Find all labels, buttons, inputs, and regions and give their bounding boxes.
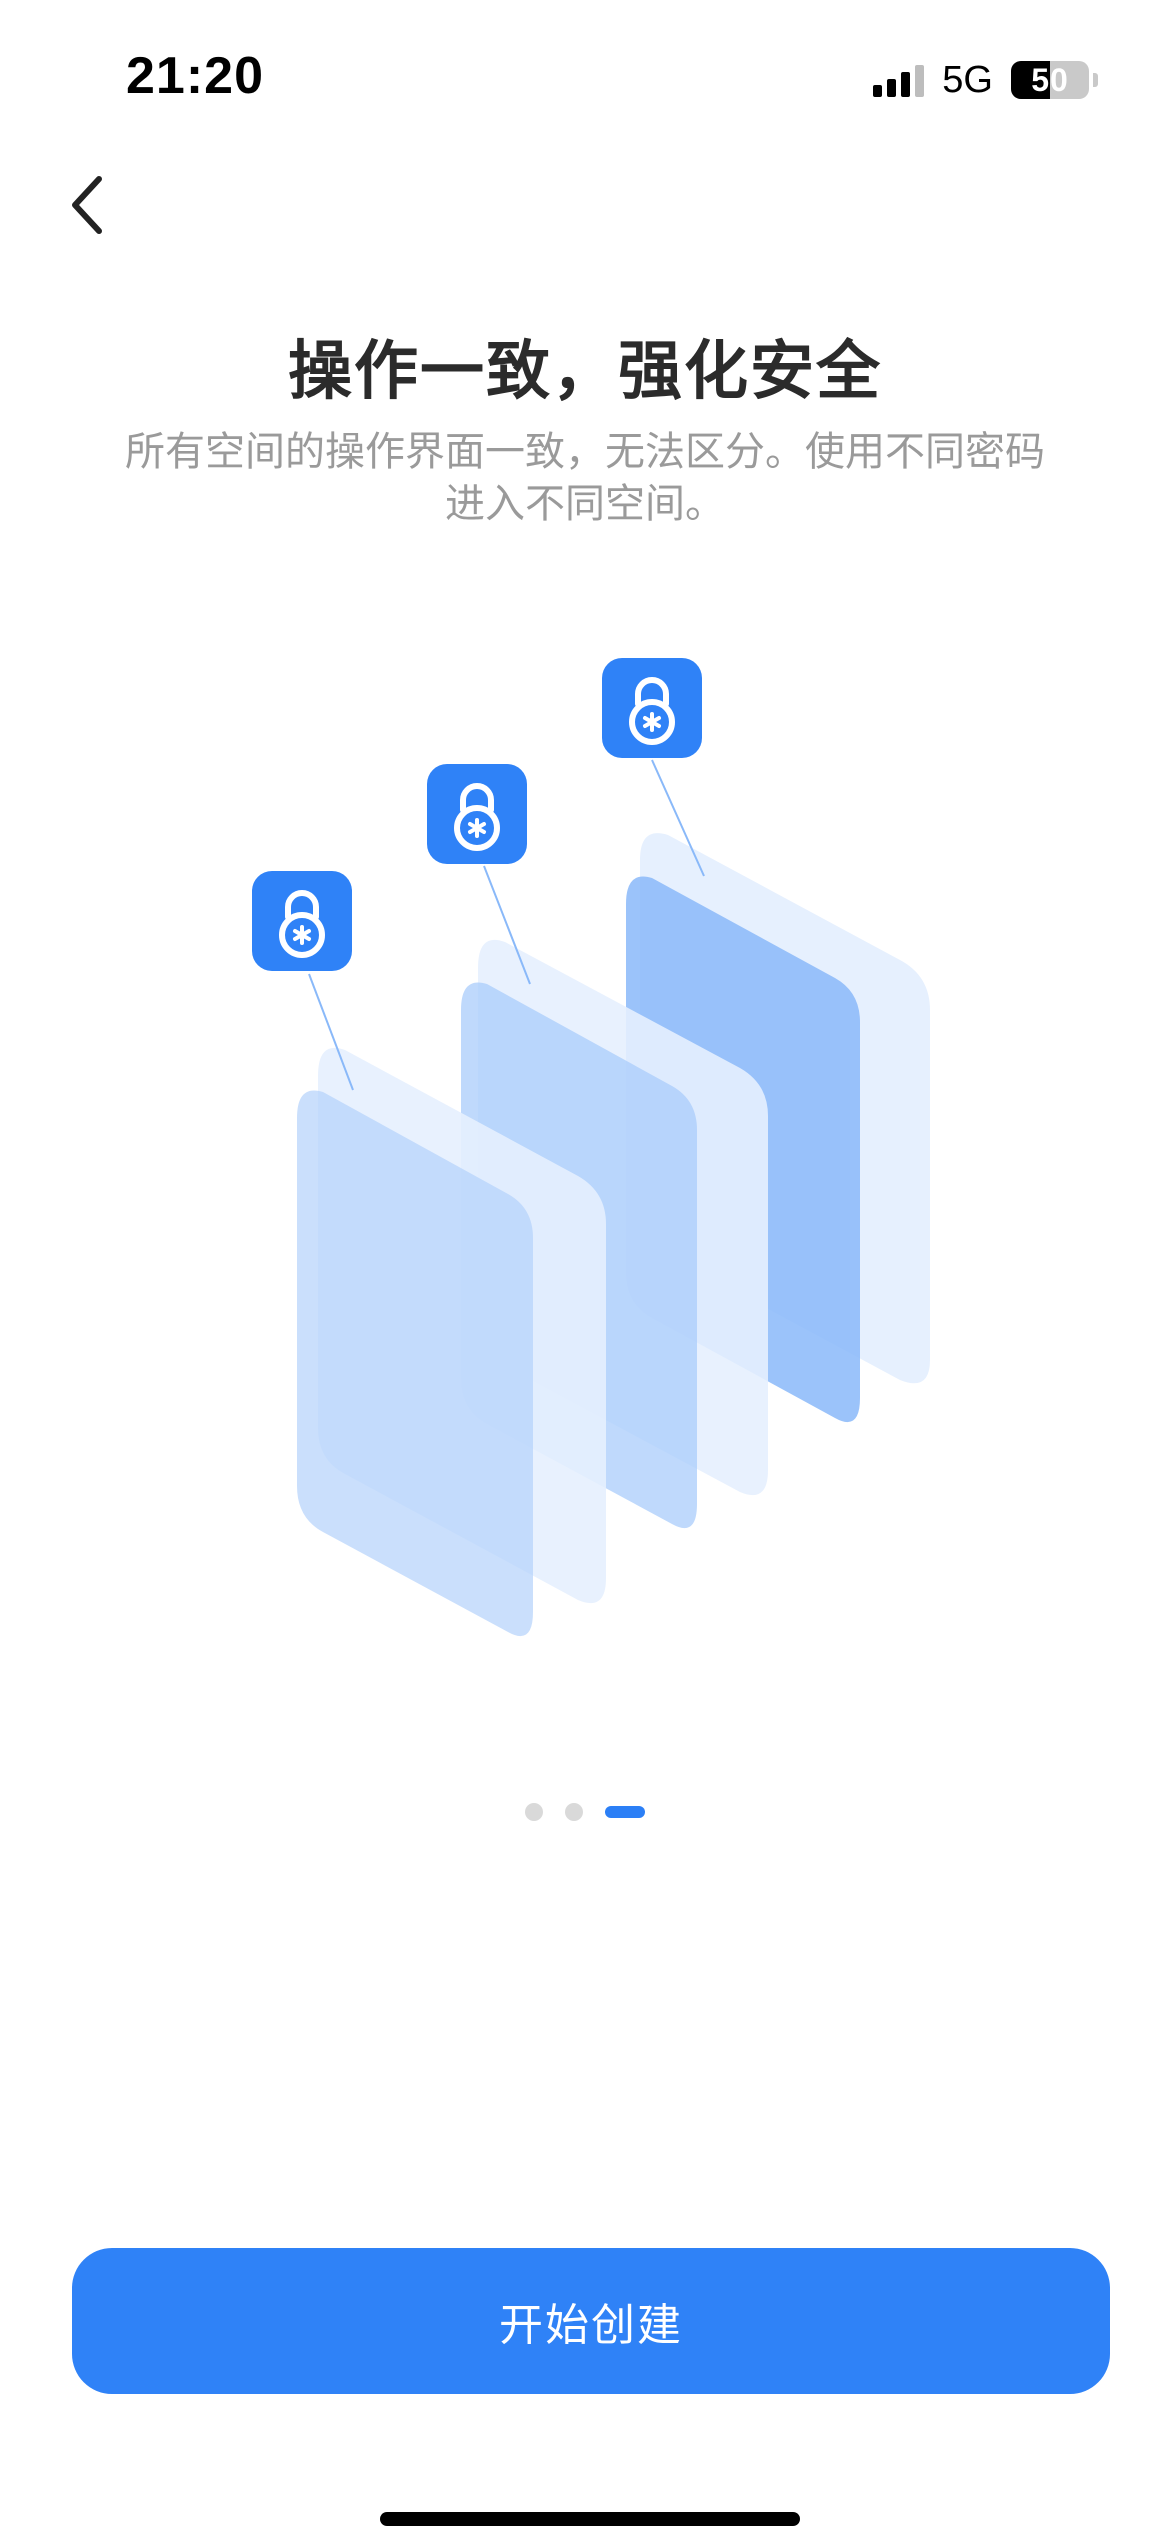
lock-icon [602, 658, 702, 758]
battery-tip [1093, 73, 1098, 87]
subtitle-line-2: 进入不同空间。 [445, 481, 725, 527]
start-create-button[interactable]: 开始创建 [72, 2248, 1110, 2394]
battery-icon: 50 [1011, 61, 1089, 99]
status-time: 21:20 [126, 47, 264, 105]
signal-icon [873, 63, 925, 97]
page-indicator [0, 1803, 1170, 1821]
secure-spaces-illustration [252, 658, 930, 1637]
battery-level: 50 [1031, 61, 1069, 98]
lock-icon [252, 871, 352, 971]
page-dot[interactable] [525, 1803, 543, 1821]
network-type: 5G [942, 58, 993, 101]
page-dot[interactable] [565, 1803, 583, 1821]
status-indicators: 5G 50 [873, 58, 1098, 102]
lock-icon [427, 764, 527, 864]
back-button[interactable] [52, 170, 122, 240]
page-dot-active[interactable] [605, 1806, 645, 1818]
page-subtitle: 所有空间的操作界面一致，无法区分。使用不同密码 进入不同空间。 [100, 426, 1070, 530]
chevron-left-icon [72, 176, 102, 234]
home-indicator[interactable] [380, 2512, 800, 2526]
subtitle-line-1: 所有空间的操作界面一致，无法区分。使用不同密码 [125, 429, 1045, 475]
page-title: 操作一致，强化安全 [288, 335, 882, 409]
